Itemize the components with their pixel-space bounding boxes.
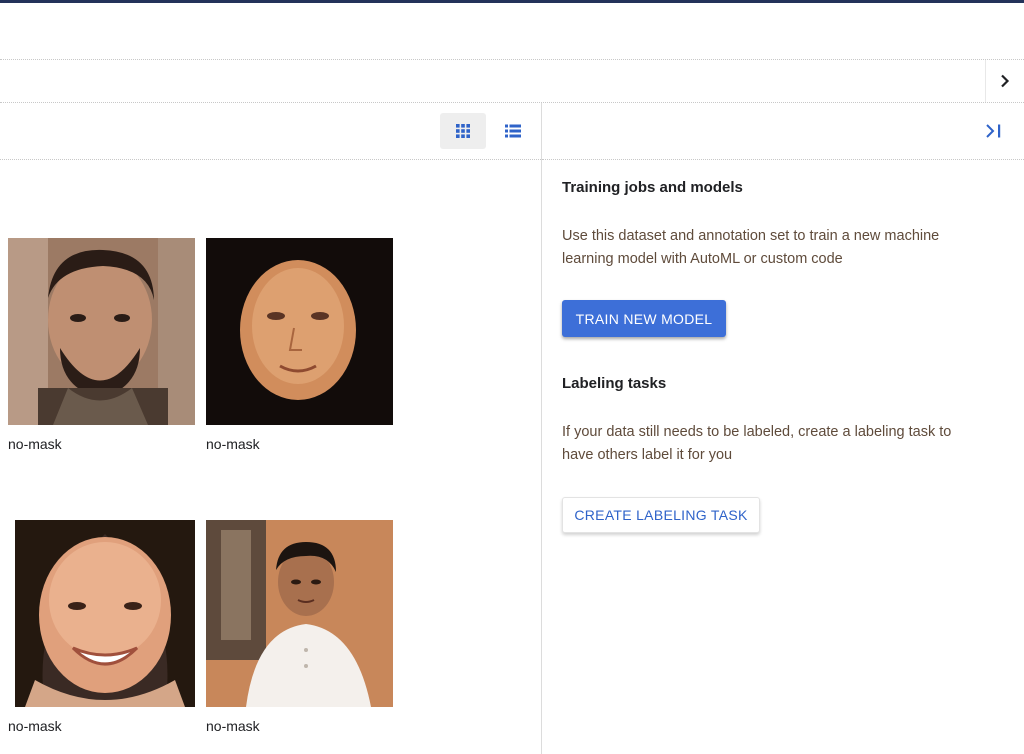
labeling-description-line: have others label it for you [562,447,733,463]
header-bar [0,3,1024,60]
side-panel: Training jobs and models Use this datase… [542,103,1024,754]
chevron-right-icon [1001,74,1010,88]
training-section-title: Training jobs and models [562,179,743,196]
app-frame: no-mask no-mask no-mask no-mask Training… [0,0,1024,754]
training-description-line: Use this dataset and annotation set to t… [562,228,940,244]
thumbnail-label: no-mask [206,718,260,734]
side-panel-toolbar [542,103,1024,160]
tabs-bar [0,60,1024,103]
tabs-scroll-right-button[interactable] [985,60,1024,102]
thumbnail-label: no-mask [8,436,62,452]
labeling-section-description: If your data still needs to be labeled, … [562,421,992,467]
thumbnail-label: no-mask [206,436,260,452]
grid-view-icon [456,124,470,138]
list-view-button[interactable] [490,113,536,149]
gallery-thumbnail[interactable] [206,520,393,707]
train-new-model-button[interactable]: TRAIN NEW MODEL [562,300,726,337]
face-photo-woman-smiling [15,520,195,707]
gallery-pane: no-mask no-mask no-mask no-mask [0,103,542,754]
gallery-toolbar [0,103,541,160]
grid-view-button[interactable] [440,113,486,149]
thumbnail-label: no-mask [8,718,62,734]
labeling-section-title: Labeling tasks [562,375,667,392]
labeling-description-line: If your data still needs to be labeled, … [562,424,952,440]
collapse-panel-button[interactable] [982,119,1006,143]
list-view-icon [505,124,521,138]
face-render-woman [206,238,393,425]
gallery-thumbnail[interactable] [8,238,195,425]
face-photo-man-beard [8,238,195,425]
gallery-thumbnail[interactable] [206,238,393,425]
collapse-panel-icon [986,124,1001,138]
training-section-description: Use this dataset and annotation set to t… [562,225,992,271]
create-labeling-task-button[interactable]: CREATE LABELING TASK [562,497,760,533]
training-description-line: learning model with AutoML or custom cod… [562,251,843,267]
face-photo-young-man [206,520,393,707]
gallery-thumbnail[interactable] [15,520,195,707]
